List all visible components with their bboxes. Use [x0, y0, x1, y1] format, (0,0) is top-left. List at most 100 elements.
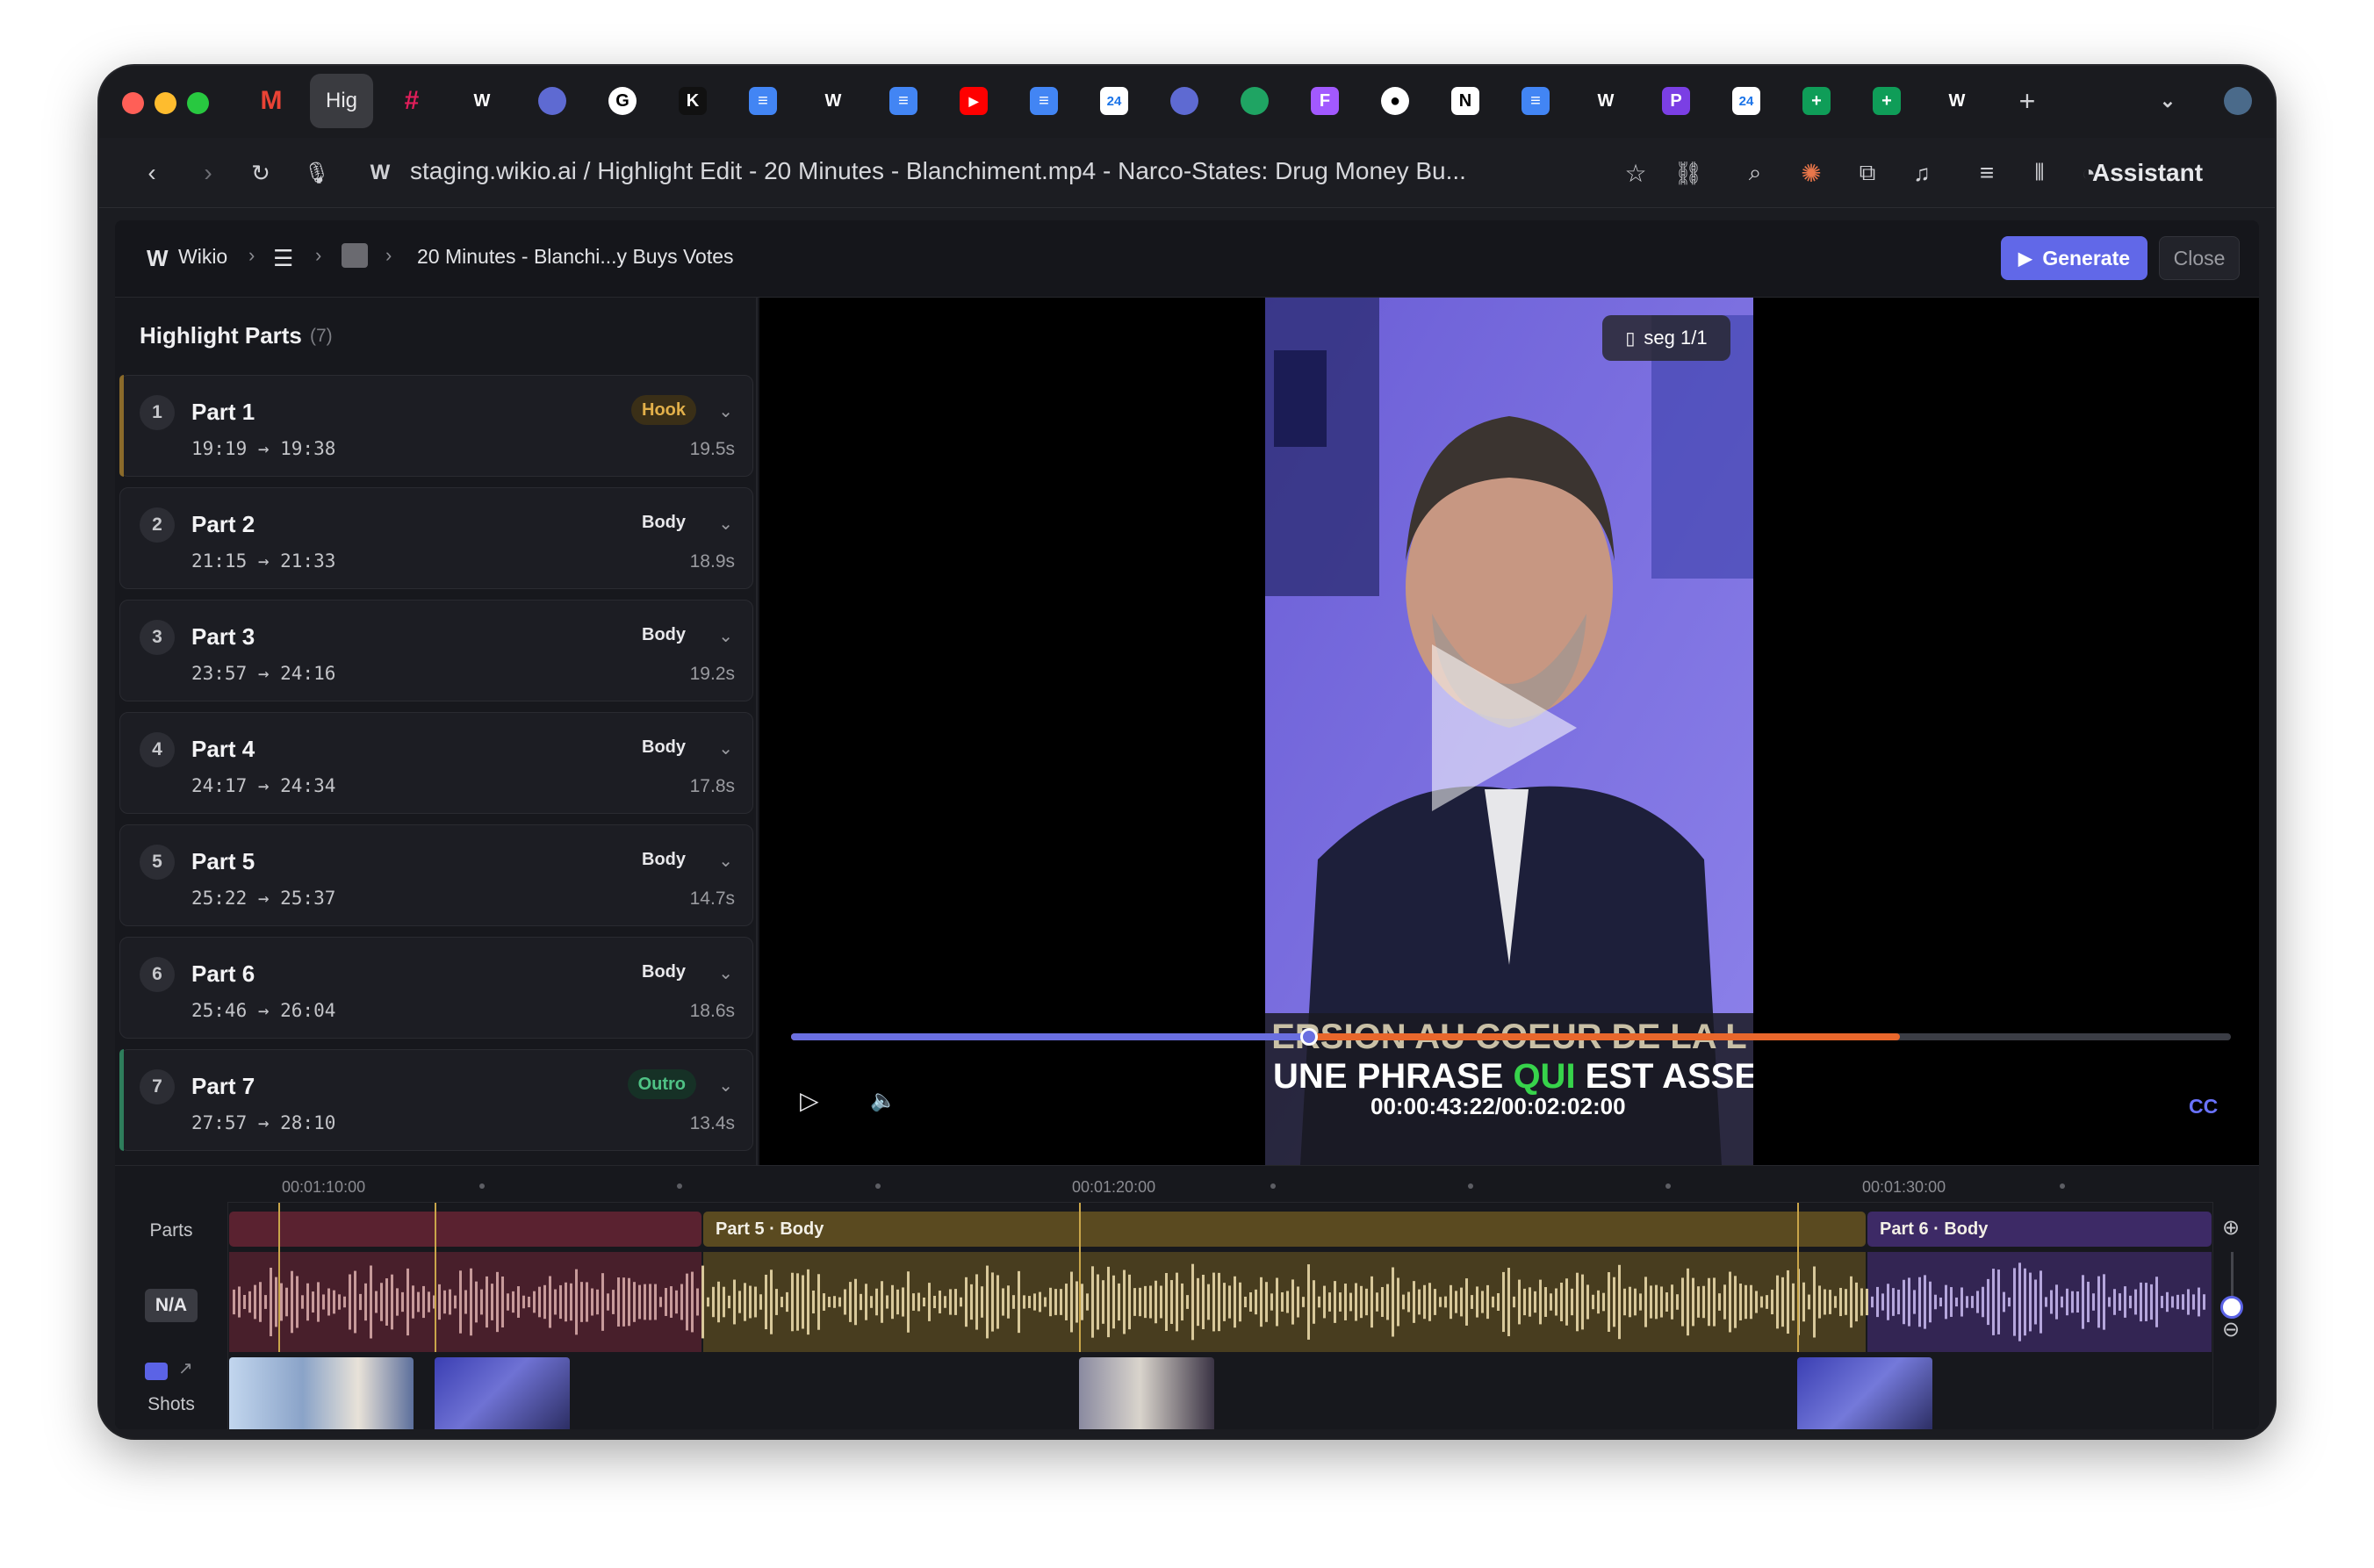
part-card[interactable]: 2 Part 2 21:15 → 21:33 Body ⌄ 18.9s [119, 487, 753, 589]
tab-wikio-2[interactable]: W [802, 74, 865, 128]
minimize-window-icon[interactable] [155, 92, 176, 114]
url-text[interactable]: staging.wikio.ai / Highlight Edit - 20 M… [410, 157, 1466, 185]
part-type-badge[interactable]: Body [631, 845, 696, 874]
new-tab-button[interactable]: + [1996, 74, 2059, 128]
video-player[interactable]: ERSION AU COEUR DE LA L A UNE PHRASE QUI… [759, 298, 2259, 1165]
generate-button[interactable]: ▶ Generate [2001, 236, 2147, 280]
back-icon[interactable]: ‹ [134, 155, 169, 191]
tab-docs-2[interactable]: ≡ [872, 74, 935, 128]
assistant-button[interactable]: Assistant [2092, 159, 2203, 187]
part-type-badge[interactable]: Body [631, 507, 696, 537]
reload-icon[interactable]: ↻ [243, 155, 278, 191]
tab-podcast[interactable]: P [1644, 74, 1708, 128]
part-card[interactable]: 5 Part 5 25:22 → 25:37 Body ⌄ 14.7s [119, 824, 753, 926]
expand-chevron-icon[interactable]: ⌄ [718, 850, 733, 872]
video-thumbnail-icon[interactable] [342, 243, 368, 268]
menu-lines-icon[interactable]: ≡ [1969, 155, 2004, 191]
segment-indicator[interactable]: ▯ seg 1/1 [1602, 315, 1730, 361]
volume-icon[interactable]: 🔈 [870, 1088, 896, 1113]
tab-slack[interactable]: # [380, 74, 443, 128]
part-card[interactable]: 3 Part 3 23:57 → 24:16 Body ⌄ 19.2s [119, 600, 753, 701]
breadcrumb-brand[interactable]: Wikio [178, 245, 227, 269]
cut-marker[interactable] [1797, 1203, 1799, 1352]
tab-wikio-3[interactable]: W [1574, 74, 1637, 128]
extensions-icon[interactable]: ⧉ [1850, 155, 1885, 191]
part-card[interactable]: 4 Part 4 24:17 → 24:34 Body ⌄ 17.8s [119, 712, 753, 814]
part-type-badge[interactable]: Body [631, 732, 696, 762]
zoom-out-icon[interactable]: ⊖ [2222, 1317, 2240, 1342]
shot-thumbnail[interactable] [1079, 1357, 1214, 1429]
breadcrumb-title[interactable]: 20 Minutes - Blanchi...y Buys Votes [417, 245, 734, 269]
tab-circle[interactable]: ● [1363, 74, 1427, 128]
zoom-in-icon[interactable]: ⊕ [2222, 1215, 2240, 1241]
part-card[interactable]: 1 Part 1 19:19 → 19:38 Hook ⌄ 19.5s [119, 375, 753, 477]
time-ruler[interactable]: 00:01:10:00 00:01:20:00 00:01:30:00 [227, 1166, 2213, 1203]
part-type-badge[interactable]: Body [631, 957, 696, 987]
tab-wikio-4[interactable]: W [1925, 74, 1989, 128]
tab-wikio[interactable]: W [450, 74, 514, 128]
tab-github[interactable]: G [591, 74, 654, 128]
tab-figma[interactable]: F [1293, 74, 1356, 128]
tab-sheets[interactable]: + [1785, 74, 1848, 128]
database-icon[interactable]: ☰ [273, 245, 293, 272]
profile-button[interactable] [2206, 74, 2270, 128]
link-icon[interactable]: ⛓ [1671, 155, 1706, 191]
captions-toggle[interactable]: CC [2189, 1095, 2218, 1118]
shot-thumbnail[interactable] [435, 1357, 570, 1429]
expand-chevron-icon[interactable]: ⌄ [718, 1075, 733, 1097]
tab-docs-4[interactable]: ≡ [1504, 74, 1567, 128]
tab-list-button[interactable]: ⌄ [2136, 74, 2199, 128]
filmstrip-view-icon[interactable] [145, 1363, 168, 1380]
maximize-window-icon[interactable] [187, 92, 209, 114]
microphone-icon[interactable]: 🎙 [299, 155, 335, 191]
audio-track-badge[interactable]: N/A [145, 1289, 198, 1322]
shot-thumbnail[interactable] [229, 1357, 414, 1429]
timeline-segment-part5[interactable]: Part 5 · Body [703, 1212, 1866, 1247]
tab-k[interactable]: K [661, 74, 724, 128]
tab-calendar-2[interactable]: 24 [1715, 74, 1778, 128]
claude-extension-icon[interactable]: ✺ [1794, 155, 1829, 191]
expand-chevron-icon[interactable]: ⌄ [718, 737, 733, 759]
ruler-tick [1270, 1183, 1276, 1189]
play-icon[interactable]: ▷ [800, 1086, 819, 1115]
tab-linear[interactable] [521, 74, 584, 128]
tab-linear-2[interactable] [1153, 74, 1216, 128]
cut-marker[interactable] [1079, 1203, 1081, 1352]
tab-youtube[interactable]: ▶ [942, 74, 1005, 128]
part-number: 4 [140, 732, 175, 767]
media-control-icon[interactable]: ♫ [1904, 155, 1939, 191]
forward-icon[interactable]: › [191, 155, 226, 191]
part-card[interactable]: 7 Part 7 27:57 → 28:10 Outro ⌄ 13.4s [119, 1049, 753, 1151]
timeline-segment-part4[interactable] [229, 1212, 701, 1247]
close-button[interactable]: Close [2159, 236, 2240, 280]
cut-marker[interactable] [278, 1203, 280, 1352]
audio-wave-icon[interactable]: ⫴ [2022, 155, 2057, 191]
tab-active[interactable]: Hig [310, 74, 373, 128]
audio-waveform[interactable] [229, 1252, 2212, 1352]
close-window-icon[interactable] [122, 92, 144, 114]
part-type-badge[interactable]: Hook [631, 395, 696, 425]
tab-notion[interactable]: N [1434, 74, 1497, 128]
tab-gmail[interactable]: M [240, 74, 303, 128]
profile-avatar-icon [2224, 87, 2252, 115]
progress-track[interactable] [791, 1028, 2231, 1046]
cut-marker[interactable] [435, 1203, 436, 1352]
expand-chevron-icon[interactable]: ⌄ [718, 400, 733, 422]
tab-calendar[interactable]: 24 [1083, 74, 1146, 128]
part-type-badge[interactable]: Body [631, 620, 696, 650]
lens-search-icon[interactable]: ⌕ [1737, 155, 1773, 191]
tab-docs-1[interactable]: ≡ [731, 74, 795, 128]
tab-sheets-2[interactable]: + [1855, 74, 1918, 128]
part-card[interactable]: 6 Part 6 25:46 → 26:04 Body ⌄ 18.6s [119, 937, 753, 1039]
expand-chevron-icon[interactable]: ⌄ [718, 513, 733, 535]
expand-chevron-icon[interactable]: ⌄ [718, 625, 733, 647]
tab-docs-3[interactable]: ≡ [1012, 74, 1075, 128]
chart-view-icon[interactable]: ↗ [178, 1357, 193, 1379]
expand-chevron-icon[interactable]: ⌄ [718, 962, 733, 984]
tab-green-app[interactable] [1223, 74, 1286, 128]
part-type-badge[interactable]: Outro [627, 1069, 696, 1099]
shot-thumbnail[interactable] [1797, 1357, 1932, 1429]
bookmark-star-icon[interactable]: ☆ [1618, 155, 1653, 191]
timeline-segment-part6[interactable]: Part 6 · Body [1867, 1212, 2212, 1247]
zoom-slider-handle[interactable] [2220, 1296, 2243, 1319]
